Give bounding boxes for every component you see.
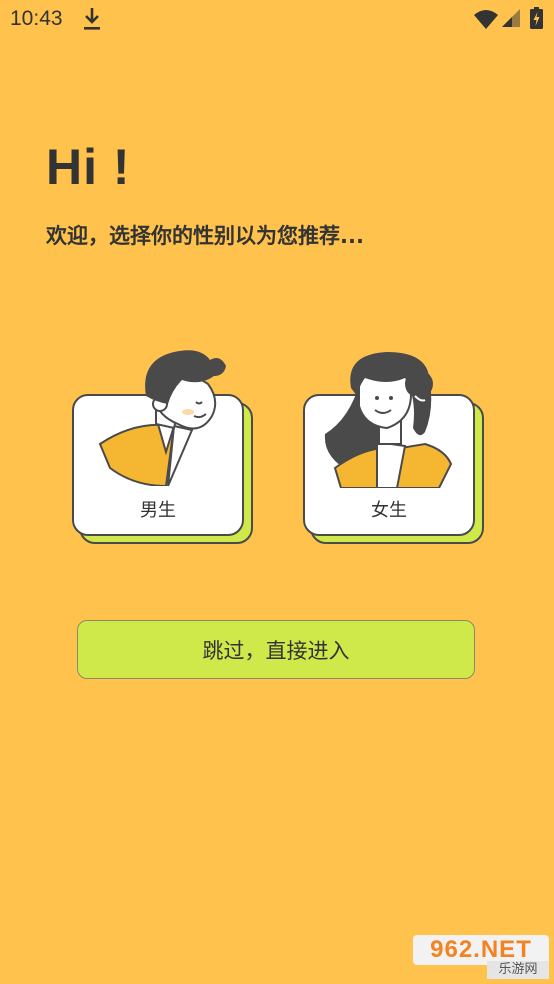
download-icon: [84, 8, 100, 30]
female-avatar-icon: [324, 352, 453, 488]
gender-card-female[interactable]: 女生: [303, 352, 484, 552]
greeting-subtitle: 欢迎，选择你的性别以为您推荐...: [46, 224, 364, 248]
skip-button[interactable]: 跳过，直接进入: [77, 620, 475, 679]
watermark-logo: 962.NET 乐游网: [413, 935, 549, 979]
gender-label-female: 女生: [371, 500, 407, 521]
battery-icon: [530, 7, 543, 29]
greeting-title: Hi !: [46, 139, 131, 195]
wifi-icon: [474, 10, 498, 29]
status-bar: 10:43: [0, 0, 554, 40]
status-time: 10:43: [10, 7, 63, 30]
gender-label-male: 男生: [140, 500, 176, 521]
signal-icon: [502, 9, 520, 27]
gender-card-male[interactable]: 男生: [72, 350, 253, 552]
watermark-sub: 乐游网: [487, 961, 549, 979]
male-avatar-icon: [98, 350, 226, 486]
